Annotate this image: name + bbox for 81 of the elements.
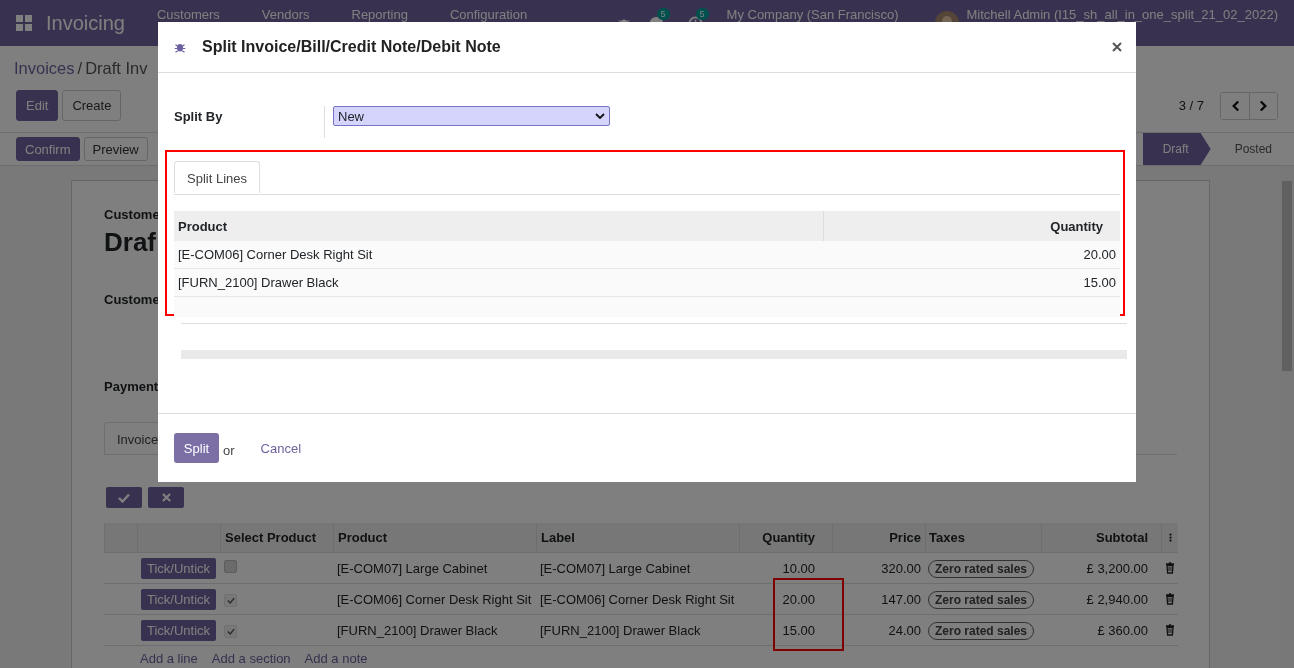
apps-menu-icon[interactable] (16, 15, 32, 31)
create-button[interactable]: Create (62, 90, 122, 121)
stage-step[interactable]: Draft (1142, 133, 1211, 165)
next-button[interactable] (1249, 92, 1277, 119)
table-cell-text: £ 3,200.00 (1085, 560, 1149, 576)
cancel-link[interactable]: Cancel (254, 439, 308, 457)
table-cell-text: 10.00 (781, 560, 816, 576)
add-line-link[interactable]: Add a line (140, 651, 198, 666)
stage-step[interactable]: Posted (1214, 133, 1294, 165)
table-cell-text: 320.00 (880, 560, 922, 576)
bug-icon (174, 41, 186, 53)
table-cell-text: 24.00 (887, 622, 922, 638)
table-cell-text: [FURN_2100] Drawer Black (336, 622, 499, 638)
field-label: Custome (104, 207, 160, 222)
pager-value: 3 / 7 (1178, 98, 1204, 113)
tick-untick-button[interactable]: Tick/Untick (140, 557, 217, 579)
add-line-link[interactable]: Add a section (211, 651, 291, 666)
column-header[interactable]: Quantity (824, 218, 1120, 234)
notification-badge: 5 (695, 7, 709, 20)
edit-button[interactable]: Edit (16, 90, 59, 121)
column-header[interactable]: Subtotal (1041, 523, 1161, 552)
dialog-title: Split Invoice/Bill/Credit Note/Debit Note (202, 38, 501, 56)
checkbox[interactable] (224, 593, 237, 607)
table-cell-text: [FURN_2100] Drawer Black (539, 622, 702, 638)
table-cell-text: [FURN_2100] Drawer Black (177, 275, 340, 290)
close-icon[interactable] (1112, 42, 1122, 52)
field-label: Payment (104, 379, 159, 394)
menu-item[interactable]: Configuration (449, 7, 528, 22)
table-cell-text: [E-COM06] Corner Desk Right Sit (539, 591, 736, 607)
table-cell-text: 15.00 (1082, 275, 1117, 290)
trash-icon[interactable] (1164, 593, 1175, 605)
untick-all-button[interactable] (148, 487, 184, 508)
menu-item[interactable]: Vendors (261, 7, 310, 22)
checkbox[interactable] (224, 560, 237, 573)
menu-item[interactable]: Reporting (351, 7, 408, 22)
column-header[interactable]: Label (536, 523, 739, 552)
table-cell-text: 20.00 (781, 591, 816, 607)
table-cell-text: [E-COM06] Corner Desk Right Sit (336, 591, 533, 607)
close-icon (161, 493, 171, 502)
column-header[interactable]: Product (333, 523, 536, 552)
column-header[interactable]: Select Product (220, 523, 333, 552)
company-switcher[interactable]: My Company (San Francisco) (726, 7, 899, 22)
table-cell-text: 15.00 (781, 622, 816, 638)
column-header[interactable]: Taxes (925, 523, 1041, 552)
document-title: Draf (104, 227, 156, 258)
column-header[interactable]: Price (832, 523, 925, 552)
status-action-button[interactable]: Preview (83, 137, 148, 161)
trash-icon[interactable] (1164, 562, 1175, 574)
app-name: Invoicing (46, 11, 125, 35)
trash-icon[interactable] (1164, 624, 1175, 636)
field-label: Split By (174, 108, 224, 124)
status-action-button[interactable]: Confirm (16, 137, 80, 161)
user-menu[interactable]: Mitchell Admin (I15_sh_all_in_one_split_21_02_2022) (966, 7, 1278, 22)
menu-item[interactable]: Customers (156, 7, 220, 22)
breadcrumb-separator: / (77, 59, 83, 79)
table-cell-text: 147.00 (880, 591, 922, 607)
tick-untick-button[interactable]: Tick/Untick (140, 588, 217, 610)
breadcrumb-current: Draft Inv (85, 59, 148, 79)
table-cell-text: [E-COM06] Corner Desk Right Sit (177, 247, 374, 262)
field-label: Custome (104, 292, 160, 307)
table-cell-text: £ 360.00 (1096, 622, 1149, 638)
dialog-tab[interactable]: Split Lines (174, 161, 260, 193)
notification-badge: 5 (656, 7, 670, 20)
split-by-select[interactable]: New (333, 106, 610, 126)
or-text: or (223, 442, 235, 458)
breadcrumb-link[interactable]: Invoices (14, 59, 75, 90)
chevron-left-icon (1230, 99, 1240, 112)
column-header[interactable]: Quantity (739, 523, 832, 552)
table-cell-text: 20.00 (1082, 247, 1117, 262)
tick-all-button[interactable] (106, 487, 142, 508)
chevron-right-icon (1259, 99, 1268, 112)
add-line-link[interactable]: Add a note (304, 651, 368, 666)
table-cell-text: £ 2,940.00 (1085, 591, 1149, 607)
caret-down-icon (595, 113, 605, 119)
checkbox[interactable] (224, 624, 237, 638)
split-button[interactable]: Split (174, 433, 219, 463)
check-icon (118, 492, 130, 503)
table-cell-text: [E-COM07] Large Cabinet (336, 560, 489, 576)
table-cell-text: [E-COM07] Large Cabinet (539, 560, 692, 576)
kebab-menu-icon[interactable] (1168, 532, 1172, 543)
tick-untick-button[interactable]: Tick/Untick (140, 619, 217, 641)
